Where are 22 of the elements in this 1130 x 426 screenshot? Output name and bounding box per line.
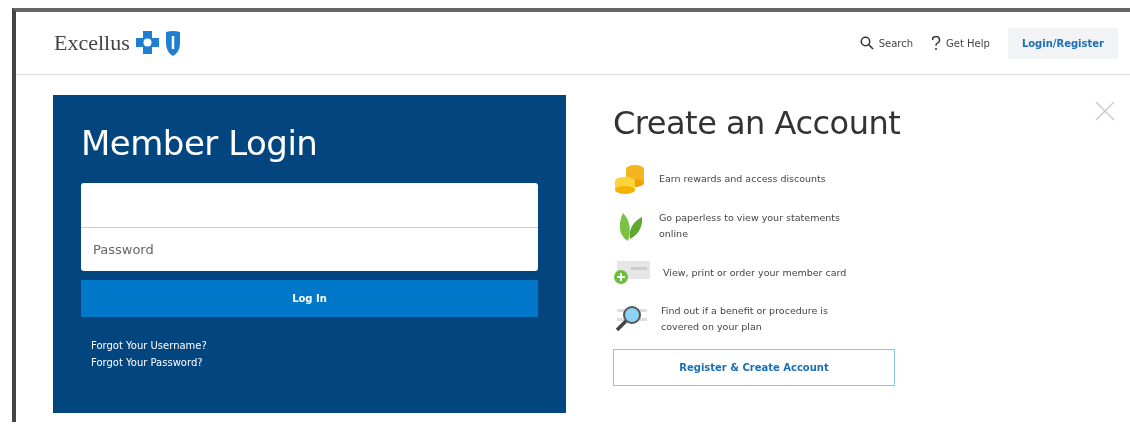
login-register-button[interactable]: Login/Register bbox=[1007, 27, 1118, 59]
logo-text: Excellus bbox=[54, 30, 130, 56]
login-button[interactable]: Log In bbox=[81, 280, 538, 317]
benefit-text: Earn rewards and access discounts bbox=[659, 172, 827, 186]
search-icon bbox=[859, 36, 874, 50]
help-icon bbox=[931, 35, 942, 51]
register-title: Create an Account bbox=[613, 103, 901, 143]
benefit-text: Find out if a benefit or procedure is covered on your plan bbox=[661, 304, 829, 334]
register-button[interactable]: Register & Create Account bbox=[613, 349, 895, 386]
forgot-link[interactable]: Forgot Your Password? bbox=[91, 357, 538, 368]
benefit-text: Go paperless to view your statements online bbox=[659, 211, 841, 241]
close-icon[interactable] bbox=[1094, 100, 1116, 122]
nav-link[interactable]: Get Help bbox=[931, 35, 990, 51]
forgot-link[interactable]: Forgot Your Username? bbox=[91, 340, 538, 351]
password-field[interactable]: Password bbox=[81, 227, 538, 271]
benefit-text: View, print or order your member card bbox=[663, 266, 848, 280]
login-title: Member Login bbox=[81, 123, 319, 163]
member-card-icon bbox=[613, 260, 651, 286]
username-field[interactable] bbox=[81, 183, 538, 227]
nav-link[interactable]: Search bbox=[859, 36, 914, 50]
coins-icon bbox=[613, 163, 647, 195]
magnifier-icon bbox=[613, 304, 649, 334]
